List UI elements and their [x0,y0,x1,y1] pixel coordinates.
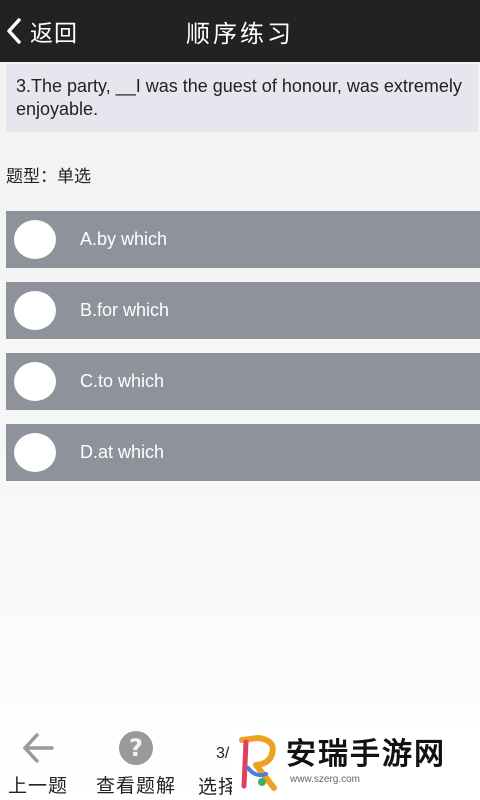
watermark-title: 安瑞手游网 [286,737,446,772]
option-a[interactable]: A.by which [6,211,480,268]
view-explanation-button[interactable]: ? 查看题解 [96,730,176,798]
radio-circle-icon[interactable] [14,291,56,330]
watermark: 安瑞手游网 www.szerg.com [232,728,480,800]
question-text: 3.The party, __I was the guest of honour… [6,64,478,132]
svg-text:?: ? [129,734,143,762]
option-b[interactable]: B.for which [6,282,480,339]
watermark-text-block: 安瑞手游网 www.szerg.com [286,737,446,786]
question-type-label: 题型：单选 [6,167,91,186]
arrow-left-icon [23,733,54,763]
option-label: D.at which [80,442,165,462]
question-circle-icon: ? [119,731,153,765]
option-label: B.for which [80,300,170,320]
radio-circle-icon[interactable] [14,220,56,259]
watermark-logo-icon [239,735,277,791]
back-button[interactable]: 返回 [6,0,78,62]
top-bar: 返回 顺序练习 [0,0,480,62]
prev-question-button[interactable]: 上一题 [8,730,68,798]
radio-circle-icon[interactable] [14,433,56,472]
option-label: A.by which [80,229,168,249]
question-counter: 3/ [216,745,230,762]
options-list: A.by which B.for which C.to which D.at w… [6,211,480,495]
back-label: 返回 [30,20,78,46]
option-label: C.to which [80,371,165,391]
view-explanation-label: 查看题解 [96,776,177,797]
option-c[interactable]: C.to which [6,353,480,410]
watermark-url: www.szerg.com [290,774,361,785]
radio-circle-icon[interactable] [14,362,56,401]
chevron-left-icon [7,18,21,44]
option-d[interactable]: D.at which [6,424,480,481]
prev-question-label: 上一题 [8,776,69,797]
